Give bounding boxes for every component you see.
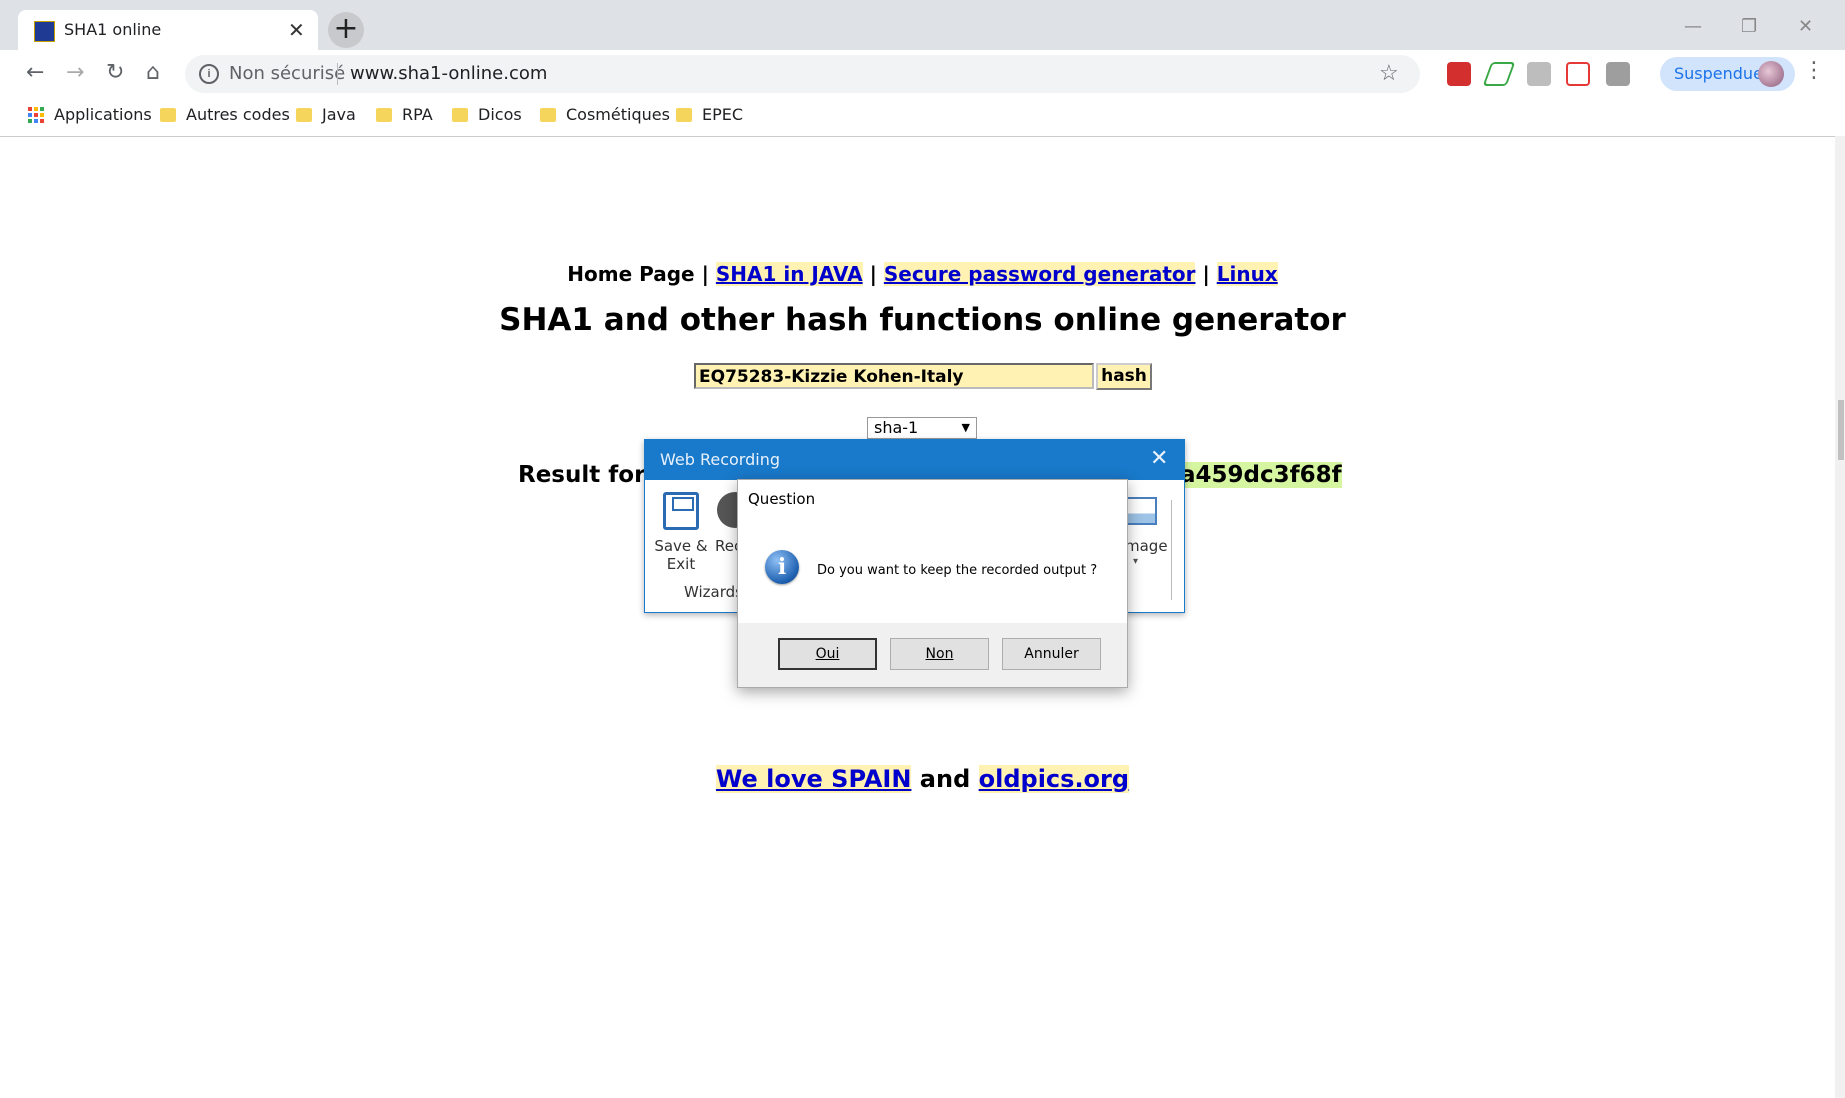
folder-icon xyxy=(296,107,312,122)
tab-close-icon[interactable]: ✕ xyxy=(288,18,305,42)
home-icon[interactable]: ⌂ xyxy=(146,60,160,85)
site-nav: Home Page | SHA1 in JAVA | Secure passwo… xyxy=(0,262,1845,286)
bookmark-label: Applications xyxy=(54,105,152,124)
save-exit-label[interactable]: Save & Exit xyxy=(653,537,709,573)
bookmark-label: Autres codes xyxy=(186,105,290,124)
divider xyxy=(337,63,338,85)
bookmark-star-icon[interactable]: ☆ xyxy=(1379,60,1399,86)
we-love-spain-link[interactable]: We love SPAIN xyxy=(715,765,912,793)
folder-icon xyxy=(376,107,392,122)
tab-strip: SHA1 online ✕ + — ❐ ✕ xyxy=(0,0,1845,51)
web-recording-titlebar[interactable]: Web Recording ✕ xyxy=(645,440,1184,480)
bookmark-label: Java xyxy=(322,105,356,124)
result-hash: a459dc3f68f xyxy=(1180,462,1342,488)
bookmark-label: Cosmétiques xyxy=(566,105,670,124)
web-recording-close-icon[interactable]: ✕ xyxy=(1150,446,1168,471)
bookmark-dicos[interactable]: Dicos xyxy=(452,105,522,124)
info-icon: i xyxy=(765,550,799,584)
cancel-button[interactable]: Annuler xyxy=(1002,638,1101,670)
wizards-group-label: Wizards xyxy=(684,583,743,601)
scrollbar-thumb[interactable] xyxy=(1838,400,1844,460)
yes-button[interactable]: Oui xyxy=(778,638,877,670)
uipath-icon[interactable] xyxy=(1606,62,1630,86)
security-label: Non sécurisé xyxy=(229,63,346,84)
extension-gray-icon[interactable] xyxy=(1527,62,1551,86)
window-close-icon[interactable]: ✕ xyxy=(1798,16,1813,37)
hash-input[interactable]: EQ75283-Kizzie Kohen-Italy xyxy=(694,363,1094,389)
web-recording-title: Web Recording xyxy=(660,450,780,469)
avatar xyxy=(1758,61,1784,87)
bookmark-label: RPA xyxy=(402,105,433,124)
oldpics-link[interactable]: oldpics.org xyxy=(978,765,1130,793)
folder-icon xyxy=(452,107,468,122)
linux-link[interactable]: Linux xyxy=(1216,262,1278,286)
page-title: SHA1 and other hash functions online gen… xyxy=(499,302,1346,338)
menu-icon[interactable]: ⋮ xyxy=(1803,58,1825,83)
profile-label: Suspendue xyxy=(1674,64,1763,83)
no-button[interactable]: Non xyxy=(890,638,989,670)
footer-and: and xyxy=(919,765,971,793)
folder-icon xyxy=(676,107,692,122)
password-generator-link[interactable]: Secure password generator xyxy=(883,262,1196,286)
algorithm-value: sha-1 xyxy=(874,418,919,437)
reload-icon[interactable]: ↻ xyxy=(106,60,124,85)
bookmark-applications[interactable]: Applications xyxy=(28,105,152,124)
separator: | xyxy=(701,262,709,286)
bookmark-java[interactable]: Java xyxy=(296,105,356,124)
dialog-message: Do you want to keep the recorded output … xyxy=(817,563,1098,578)
no-label: Non xyxy=(925,646,954,662)
image-icon[interactable] xyxy=(1123,497,1157,525)
back-icon[interactable]: ← xyxy=(26,60,44,85)
bookmark-cosmetiques[interactable]: Cosmétiques xyxy=(540,105,670,124)
new-tab-button[interactable]: + xyxy=(328,12,364,48)
adblock-icon[interactable] xyxy=(1447,62,1471,86)
browser-tab[interactable]: SHA1 online ✕ xyxy=(18,10,318,51)
minimize-icon[interactable]: — xyxy=(1684,16,1702,37)
restore-icon[interactable]: ❐ xyxy=(1741,16,1757,37)
bookmark-label: Dicos xyxy=(478,105,522,124)
bookmark-epec[interactable]: EPEC xyxy=(676,105,743,124)
forward-icon[interactable]: → xyxy=(66,60,84,85)
hash-button[interactable]: hash xyxy=(1096,363,1152,390)
image-label[interactable]: mage xyxy=(1125,537,1168,555)
tab-title: SHA1 online xyxy=(64,20,162,39)
dropdown-arrow-icon: ▼ xyxy=(961,421,970,434)
separator: | xyxy=(869,262,877,286)
info-icon[interactable]: i xyxy=(199,64,219,84)
divider xyxy=(1171,500,1172,600)
footer-links: We love SPAIN and oldpics.org xyxy=(0,765,1845,793)
folder-icon xyxy=(160,107,176,122)
result-label: Result for xyxy=(518,462,646,488)
address-bar[interactable]: i Non sécurisé www.sha1-online.com ☆ xyxy=(185,55,1420,93)
home-page-label: Home Page xyxy=(567,262,695,286)
apps-grid-icon xyxy=(28,106,44,123)
save-icon[interactable] xyxy=(663,492,699,530)
question-dialog: Question i Do you want to keep the recor… xyxy=(737,479,1128,688)
separator: | xyxy=(1202,262,1210,286)
bookmark-rpa[interactable]: RPA xyxy=(376,105,433,124)
image-dropdown-icon[interactable]: ▾ xyxy=(1133,556,1138,567)
bookmark-label: EPEC xyxy=(702,105,744,124)
pocket-icon[interactable] xyxy=(1566,62,1590,86)
dialog-title: Question xyxy=(748,490,816,508)
url-text[interactable]: www.sha1-online.com xyxy=(350,63,547,84)
yes-label: Oui xyxy=(815,646,840,662)
bookmark-autres-codes[interactable]: Autres codes xyxy=(160,105,290,124)
sha1-java-link[interactable]: SHA1 in JAVA xyxy=(715,262,863,286)
profile-button[interactable]: Suspendue xyxy=(1660,57,1795,91)
site-favicon-icon xyxy=(34,21,55,42)
algorithm-select[interactable]: sha-1 ▼ xyxy=(867,417,977,439)
folder-icon xyxy=(540,107,556,122)
